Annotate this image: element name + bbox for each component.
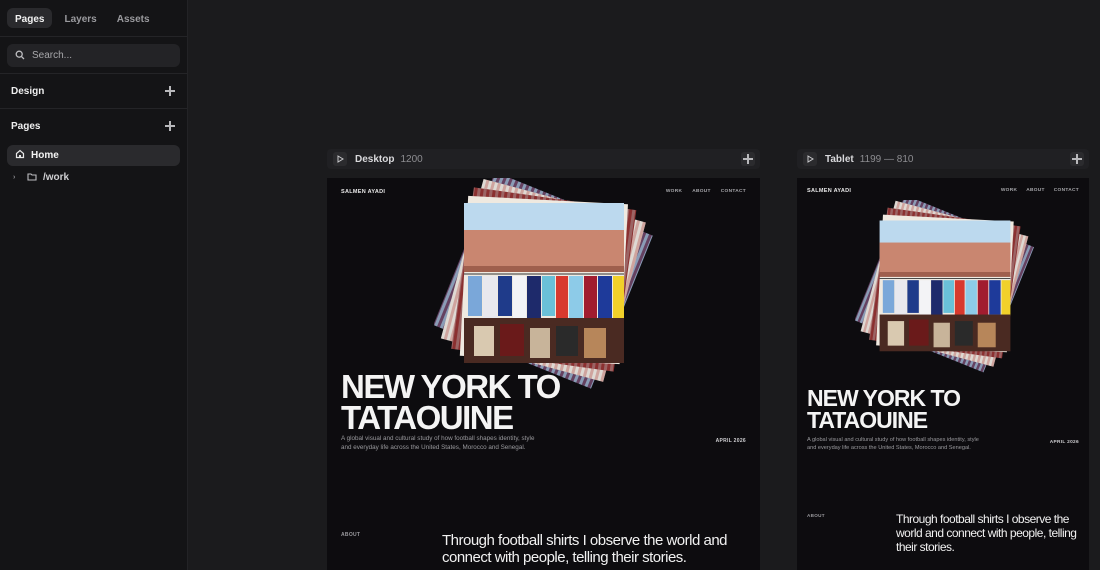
hero-description-line-2: and everyday life across the United Stat… <box>341 444 526 452</box>
home-icon <box>15 149 25 162</box>
hero-title: NEW YORK TO TATAOUINE <box>807 387 961 433</box>
site-nav: WORK ABOUT CONTACT <box>666 189 746 194</box>
frame-size: 1200 <box>400 153 423 165</box>
preview-play-button[interactable] <box>333 152 347 166</box>
desktop-frame[interactable]: SALMEN AYADI WORK ABOUT CONTACT NEW YORK… <box>327 178 760 570</box>
design-section-header: Design <box>0 74 187 108</box>
hero-description-line-1: A global visual and cultural study of ho… <box>807 437 979 443</box>
desktop-frame-header[interactable]: Desktop 1200 <box>327 149 760 169</box>
page-item-work[interactable]: › /work <box>7 167 180 188</box>
nav-contact[interactable]: CONTACT <box>721 189 746 194</box>
tab-layers[interactable]: Layers <box>56 8 104 28</box>
add-page-button[interactable] <box>164 120 176 132</box>
add-breakpoint-button[interactable] <box>741 152 755 166</box>
play-icon <box>807 155 814 163</box>
hero-photo-stack <box>855 200 1035 373</box>
add-breakpoint-button[interactable] <box>1070 152 1084 166</box>
pages-section-title: Pages <box>11 120 41 132</box>
play-icon <box>337 155 344 163</box>
hero-description-line-2: and everyday life across the United Stat… <box>807 445 971 452</box>
tab-assets[interactable]: Assets <box>109 8 158 28</box>
hero-description: A global visual and cultural study of ho… <box>341 434 534 453</box>
about-label: ABOUT <box>341 532 361 538</box>
frame-size: 1199 — 810 <box>859 153 914 165</box>
chevron-right-icon[interactable]: › <box>13 174 21 181</box>
nav-about[interactable]: ABOUT <box>692 189 711 194</box>
site-brand[interactable]: SALMEN AYADI <box>341 189 385 195</box>
search-input[interactable] <box>32 50 172 61</box>
search-box[interactable] <box>7 44 180 67</box>
pages-section-header: Pages <box>0 109 187 143</box>
panel-tabs: Pages Layers Assets <box>0 0 187 37</box>
hero-description: A global visual and cultural study of ho… <box>807 436 979 453</box>
about-statement: Through football shirts I observe the wo… <box>442 532 728 567</box>
page-label: /work <box>43 172 70 183</box>
about-statement: Through football shirts I observe the wo… <box>896 512 1077 554</box>
site-brand[interactable]: SALMEN AYADI <box>807 188 851 194</box>
hero-title-line-1: NEW YORK TO <box>341 368 561 405</box>
tablet-frame-header[interactable]: Tablet 1199 — 810 <box>797 149 1089 169</box>
nav-work[interactable]: WORK <box>1001 188 1017 193</box>
preview-play-button[interactable] <box>803 152 817 166</box>
hero-title: NEW YORK TO TATAOUINE <box>341 368 561 437</box>
folder-icon <box>27 172 37 184</box>
page-item-home[interactable]: Home <box>7 145 180 166</box>
project-date: APRIL 2026 <box>715 438 746 444</box>
plus-icon <box>1071 153 1083 165</box>
nav-work[interactable]: WORK <box>666 189 682 194</box>
project-date: APRIL 2026 <box>1049 440 1079 445</box>
hero-title-line-2: TATAOUINE <box>807 406 928 433</box>
hero-description-line-1: A global visual and cultural study of ho… <box>341 435 535 442</box>
about-label: ABOUT <box>807 513 825 518</box>
tablet-frame[interactable]: SALMEN AYADI WORK ABOUT CONTACT NEW YORK… <box>797 178 1089 570</box>
frame-name: Tablet <box>825 153 854 165</box>
hero-title-line-2: TATAOUINE <box>341 399 514 437</box>
nav-contact[interactable]: CONTACT <box>1054 188 1079 193</box>
design-section-title: Design <box>11 85 45 97</box>
nav-about[interactable]: ABOUT <box>1026 188 1045 193</box>
site-nav: WORK ABOUT CONTACT <box>1001 188 1079 193</box>
page-label: Home <box>31 150 59 161</box>
search-icon <box>15 47 25 65</box>
add-design-button[interactable] <box>164 85 176 97</box>
tab-pages[interactable]: Pages <box>7 8 53 28</box>
frame-name: Desktop <box>355 153 395 165</box>
plus-icon <box>742 153 754 165</box>
hero-photo-stack <box>434 178 653 389</box>
left-panel: Pages Layers Assets Design Pages Home › … <box>0 0 188 570</box>
